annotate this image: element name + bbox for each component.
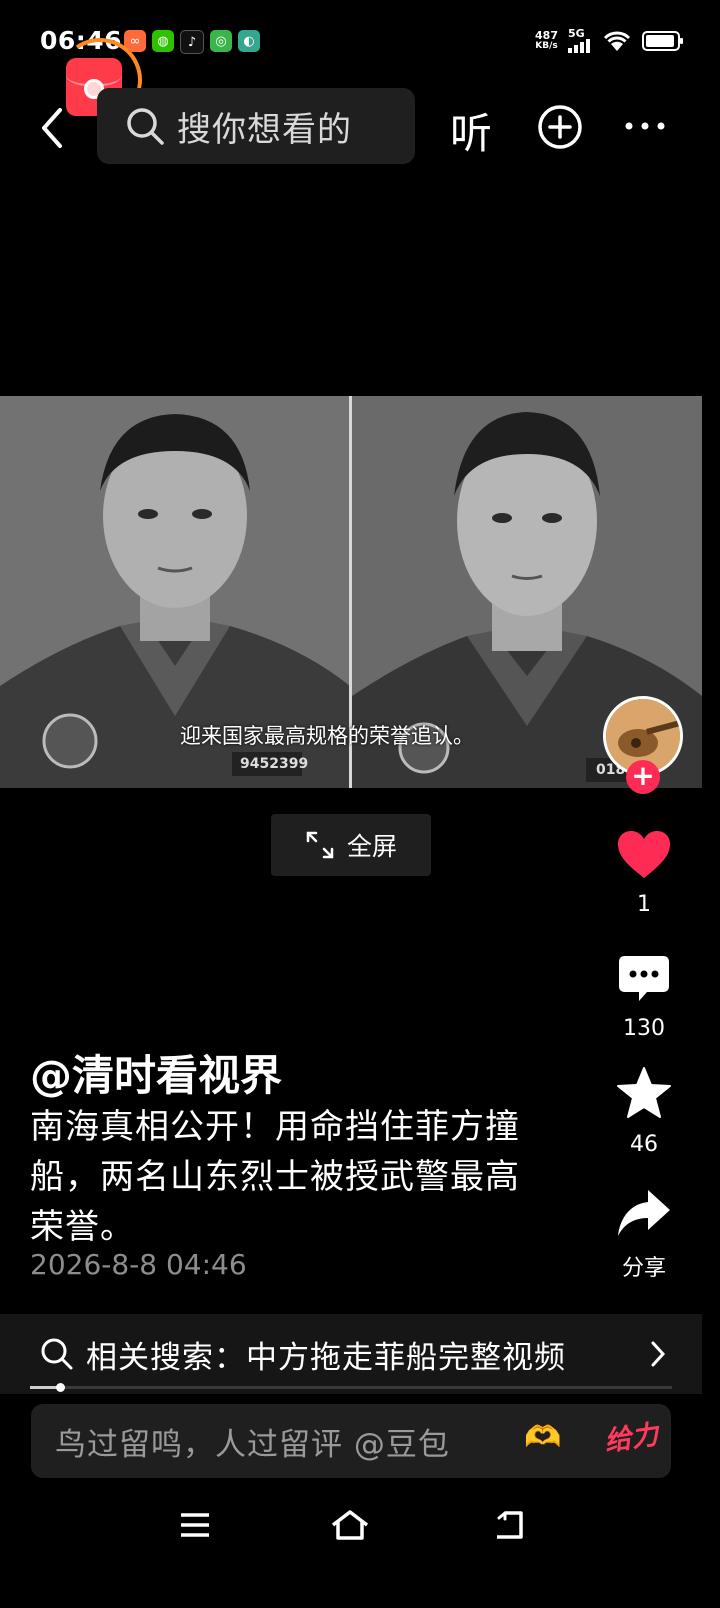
douyin-icon: ♪ (180, 30, 204, 54)
share-button[interactable]: 分享 (610, 1188, 678, 1282)
like-count: 1 (637, 892, 651, 917)
share-icon (618, 1190, 670, 1236)
video-subtitle: 迎来国家最高规格的荣誉追认。 (180, 724, 474, 748)
back-button[interactable] (34, 104, 70, 152)
wechat-icon: ◍ (152, 30, 174, 52)
net-speed: 487 KB/s (535, 30, 558, 52)
expand-icon (306, 831, 334, 859)
fullscreen-label: 全屏 (346, 832, 397, 861)
search-icon (41, 1338, 73, 1370)
more-options-button[interactable] (624, 120, 666, 132)
app-green-icon: ◎ (210, 30, 232, 52)
follow-button[interactable]: + (626, 760, 660, 794)
return-icon (497, 1511, 523, 1539)
status-indicators: 487 KB/s 5G (535, 28, 683, 53)
heart-icon (618, 831, 670, 878)
comment-button[interactable]: 130 (610, 954, 678, 1041)
menu-icon (181, 1513, 209, 1537)
favorite-button[interactable]: 46 (610, 1066, 678, 1157)
progress-knob[interactable] (56, 1383, 65, 1392)
favorite-count: 46 (630, 1132, 658, 1157)
star-icon (617, 1067, 671, 1118)
chevron-right-icon (651, 1341, 666, 1367)
post-description: 南海真相公开！用命挡住菲方撞船，两名山东烈士被授武警最高荣誉。 (30, 1107, 520, 1247)
comment-icon (619, 956, 669, 1001)
home-icon (331, 1510, 369, 1540)
status-app-icons: ∞ ◍ ♪ ◎ ◐ (124, 30, 260, 54)
search-placeholder: 搜你想看的 (177, 109, 352, 150)
related-search-text: 相关搜索：中方拖走菲船完整视频 (86, 1339, 566, 1376)
nav-menu-button[interactable] (165, 1500, 225, 1550)
comment-input[interactable]: 鸟过留鸣，人过留评 @豆包 (31, 1404, 671, 1478)
related-search-bar[interactable]: 相关搜索：中方拖走菲船完整视频 (0, 1314, 702, 1394)
nav-home-button[interactable] (320, 1500, 380, 1550)
listen-button[interactable]: 听 (450, 100, 492, 161)
battery-icon (642, 30, 683, 51)
give-button[interactable]: 给力 (602, 1412, 661, 1458)
wifi-icon (603, 31, 631, 51)
fullscreen-button[interactable]: 全屏 (271, 814, 431, 876)
hands-emoji-icon[interactable]: 🫶 (524, 1420, 561, 1455)
like-button[interactable]: 1 (610, 830, 678, 917)
net-speed-unit: KB/s (535, 40, 558, 51)
network-type: 5G (568, 27, 585, 40)
search-icon (127, 108, 164, 145)
signal-icon: 5G (568, 28, 592, 53)
badge-number-left: 9452399 (240, 756, 309, 772)
share-label: 分享 (621, 1256, 666, 1281)
comment-count: 130 (623, 1016, 665, 1041)
add-button[interactable] (537, 104, 583, 150)
video-progress-bar[interactable] (30, 1383, 672, 1392)
net-speed-value: 487 (535, 28, 558, 42)
nav-back-button[interactable] (478, 1500, 538, 1550)
comment-placeholder: 鸟过留鸣，人过留评 @豆包 (55, 1426, 450, 1463)
post-date: 2026-8-8 04:46 (30, 1248, 247, 1281)
author-name[interactable]: @清时看视界 (30, 1042, 282, 1103)
app-shield-icon: ◐ (238, 30, 260, 52)
search-input[interactable]: 搜你想看的 (97, 88, 415, 164)
